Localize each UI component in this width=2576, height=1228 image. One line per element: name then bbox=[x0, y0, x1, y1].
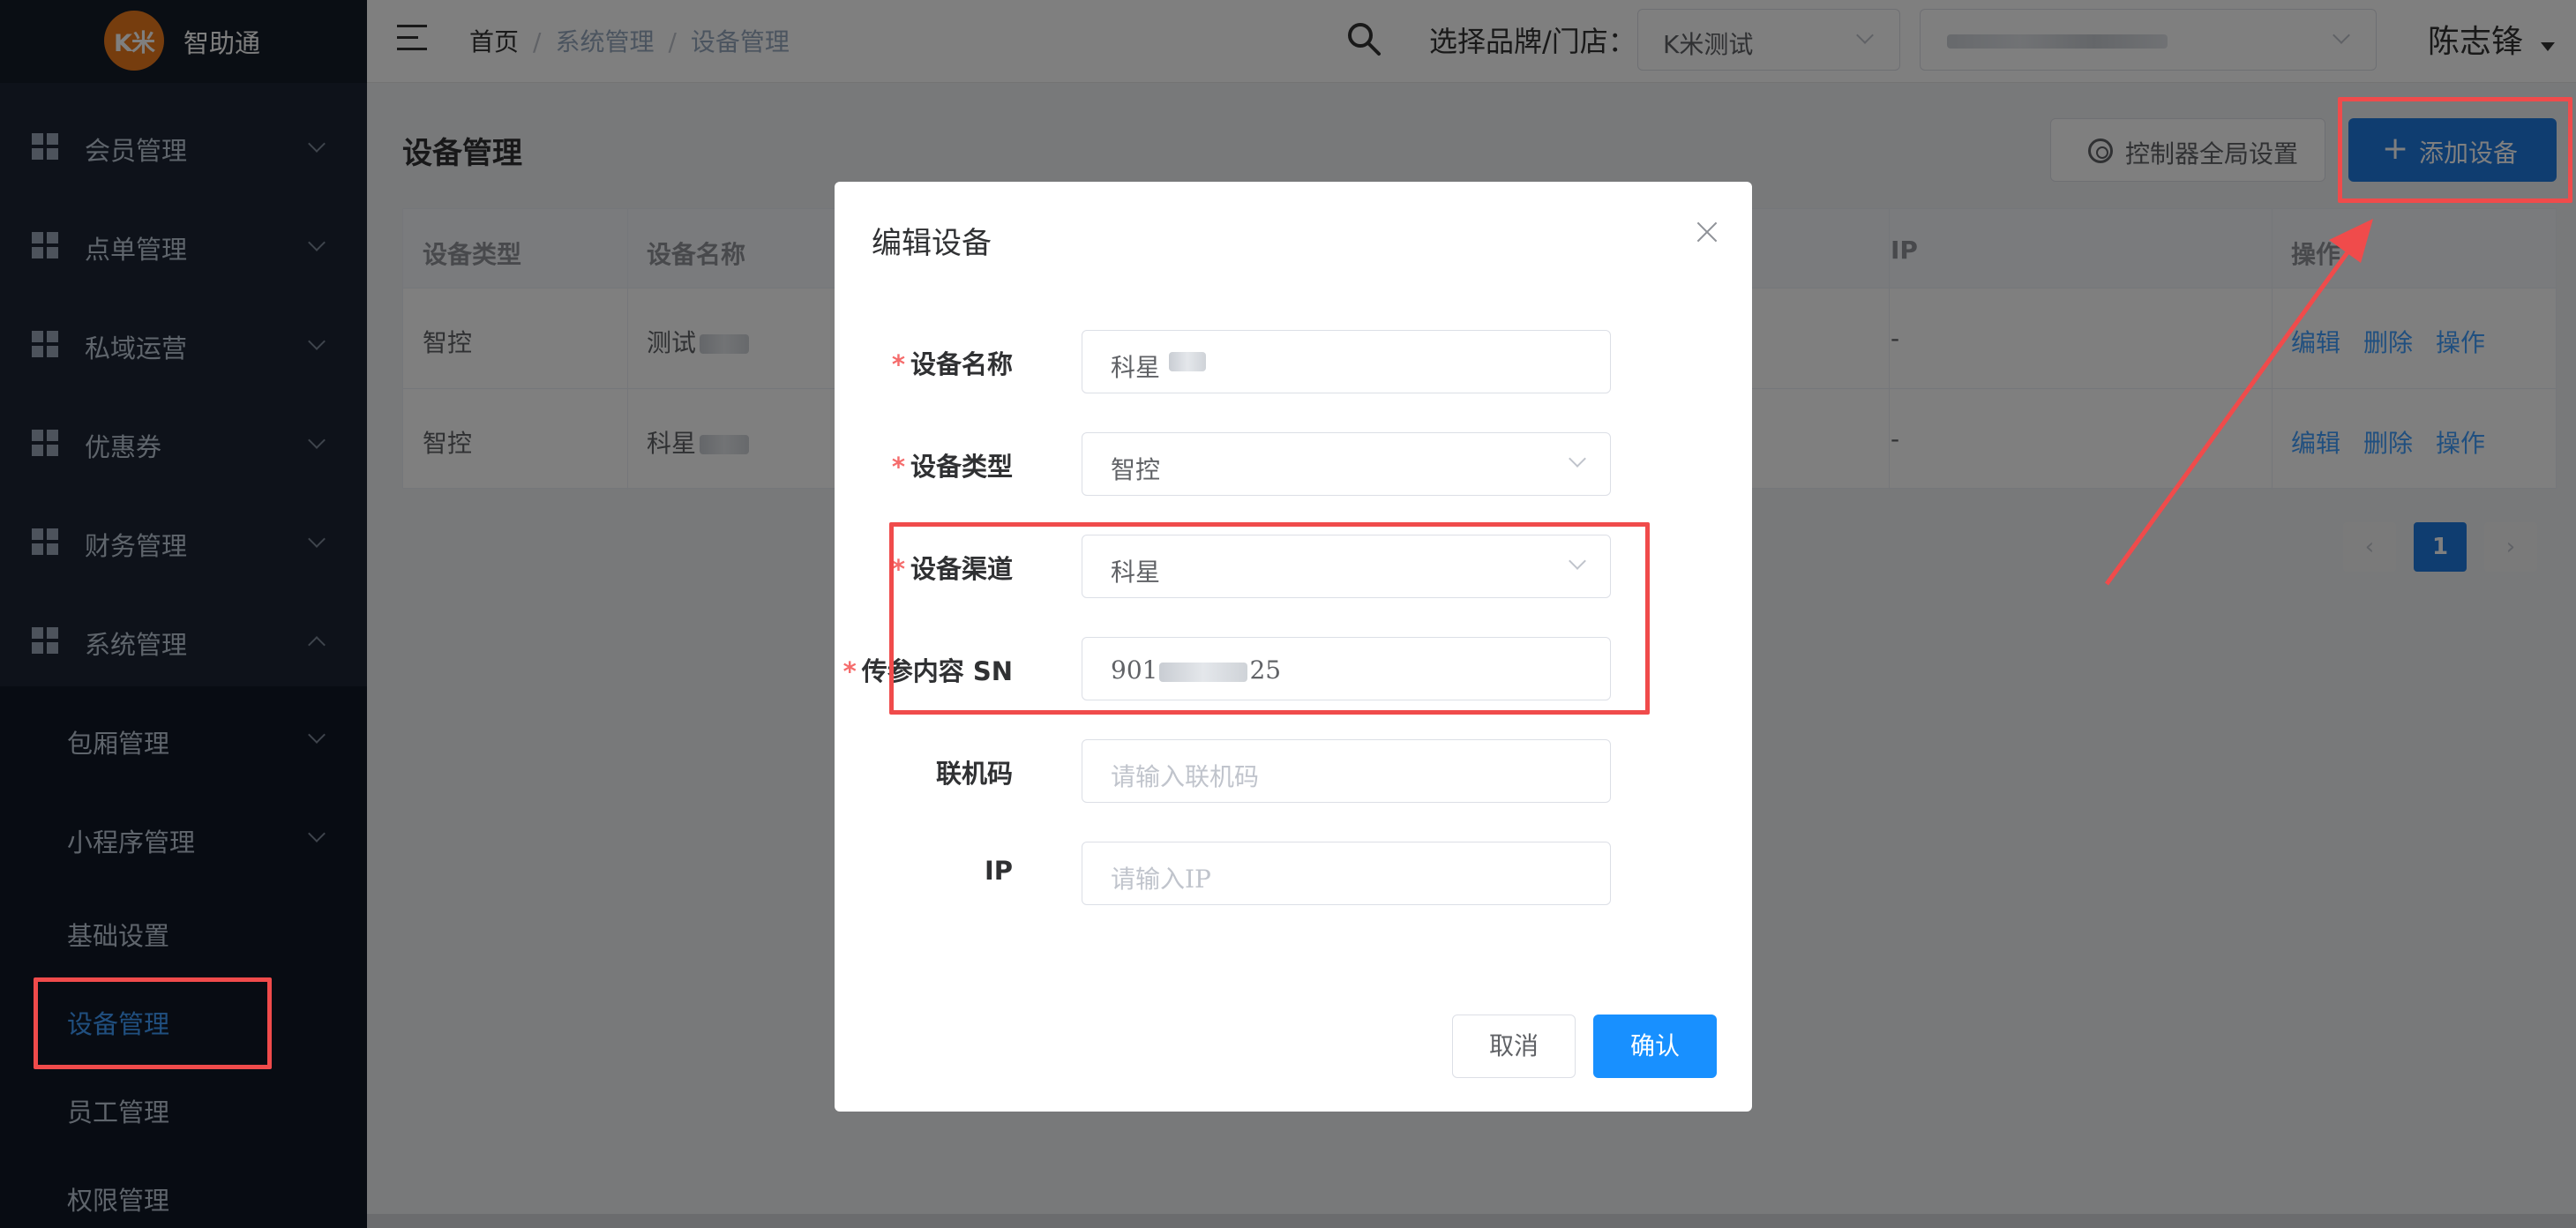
annotation-arrow bbox=[2104, 219, 2373, 586]
